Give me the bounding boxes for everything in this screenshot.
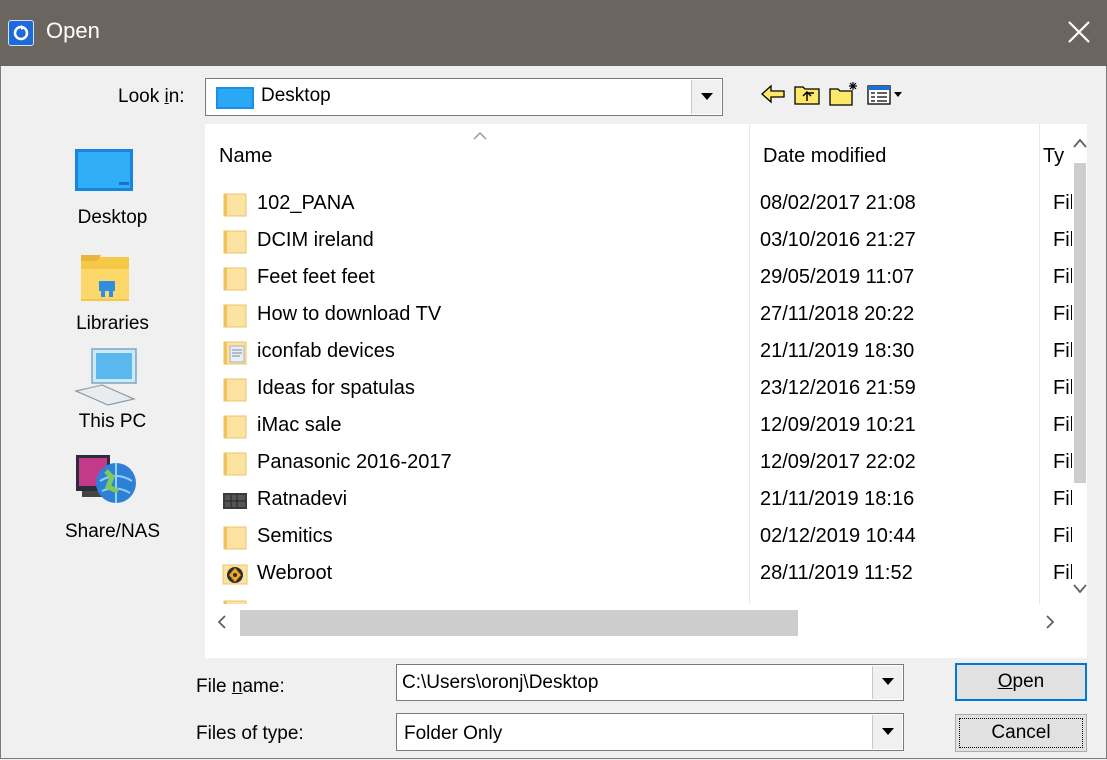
chevron-down-icon	[882, 728, 894, 735]
file-date-cell: 27/11/2018 20:22	[760, 303, 915, 325]
scroll-down-icon[interactable]	[1073, 584, 1087, 594]
cancel-button[interactable]: Cancel	[955, 714, 1087, 752]
folder-icon	[222, 375, 248, 403]
place-label: This PC	[78, 411, 147, 432]
this-pc-icon	[74, 348, 137, 406]
file-date-cell: 28/11/2019 11:52	[760, 562, 913, 584]
libraries-icon	[81, 255, 129, 301]
file-name-input[interactable]: C:\Users\oronj\Desktop	[402, 672, 598, 694]
file-name-cell: Semitics	[257, 525, 333, 547]
file-row[interactable]: Panasonic 2016-2017 12/09/2017 22:02 Fil	[205, 444, 1075, 481]
desktop-icon	[75, 149, 133, 191]
folder-icon	[222, 412, 248, 440]
chevron-down-icon	[701, 93, 713, 100]
file-name-cell: Ideas for spatulas	[257, 377, 415, 399]
file-name-combo[interactable]: C:\Users\oronj\Desktop	[396, 664, 904, 701]
file-date-cell: 21/11/2019 18:30	[760, 340, 915, 362]
chevron-down-icon	[882, 678, 894, 685]
file-list[interactable]: Name Date modified Ty 102_PANA 08/02/2017…	[205, 124, 1087, 658]
file-row[interactable]: Ideas for spatulas 23/12/2016 21:59 Fil	[205, 370, 1075, 407]
file-name-cell: Feet feet feet	[257, 266, 375, 288]
file-date-cell: 12/09/2019 10:21	[760, 414, 916, 436]
back-arrow-icon[interactable]	[760, 80, 786, 108]
network-icon	[76, 455, 136, 503]
file-type-dropdown-button[interactable]	[872, 715, 902, 749]
file-name-cell: DCIM ireland	[257, 229, 374, 251]
webroot-icon	[222, 560, 248, 588]
app-icon	[8, 20, 34, 46]
file-row[interactable]: Semitics 02/12/2019 10:44 Fil	[205, 518, 1075, 555]
file-name-label: File name:	[196, 676, 285, 697]
folder-icon	[222, 190, 248, 218]
look-in-dropdown-button[interactable]	[691, 80, 721, 114]
file-name-cell: Webroot	[257, 562, 333, 584]
column-header-name[interactable]: Name	[219, 145, 272, 168]
look-in-combo[interactable]: Desktop	[205, 78, 723, 116]
new-folder-icon[interactable]	[828, 80, 860, 108]
scroll-left-icon[interactable]	[217, 615, 227, 629]
open-button[interactable]: Open	[955, 663, 1087, 701]
file-row[interactable]: iconfab devices 21/11/2019 18:30 Fil	[205, 333, 1075, 370]
folder-icon	[222, 264, 248, 292]
horizontal-scroll-thumb[interactable]	[240, 610, 798, 636]
folder-docs-icon	[222, 338, 248, 366]
file-name-cell: Ratnadevi	[257, 488, 348, 510]
file-row[interactable]: Feet feet feet 29/05/2019 11:07 Fil	[205, 259, 1075, 296]
look-in-value: Desktop	[261, 85, 331, 106]
file-date-cell: 08/02/2017 21:08	[760, 192, 916, 214]
scroll-up-icon[interactable]	[1073, 138, 1087, 148]
file-name-cell: How to download TV	[257, 303, 442, 325]
image-folder-icon	[222, 486, 248, 514]
view-menu-icon[interactable]	[866, 80, 904, 108]
folder-icon	[222, 523, 248, 551]
file-date-cell: 12/09/2017 22:02	[760, 451, 916, 473]
sort-ascending-icon	[473, 132, 487, 140]
place-libraries[interactable]: Libraries	[50, 243, 175, 343]
folder-icon	[222, 449, 248, 477]
file-date-cell: 03/10/2016 21:27	[760, 229, 916, 251]
folder-icon	[222, 227, 248, 255]
vertical-scroll-thumb[interactable]	[1074, 163, 1086, 483]
file-type-combo[interactable]: Folder Only	[396, 713, 904, 751]
file-name-dropdown-button[interactable]	[872, 666, 902, 699]
place-this-pc[interactable]: This PC	[50, 347, 175, 447]
file-type-value: Folder Only	[404, 723, 503, 744]
file-row-partial[interactable]	[205, 592, 1075, 604]
file-name-cell: iconfab devices	[257, 340, 395, 362]
title-bar: Open	[0, 0, 1107, 66]
file-date-cell: 21/11/2019 18:16	[760, 488, 915, 510]
file-date-cell: 29/05/2019 11:07	[760, 266, 915, 288]
column-header-date[interactable]: Date modified	[763, 145, 886, 168]
folder-icon	[222, 301, 248, 329]
place-share-nas[interactable]: Share/NAS	[50, 451, 175, 551]
column-header-type[interactable]: Ty	[1043, 145, 1073, 168]
place-label: Libraries	[76, 313, 149, 334]
look-in-label: Look in:	[118, 86, 185, 107]
file-row[interactable]: DCIM ireland 03/10/2016 21:27 Fil	[205, 222, 1075, 259]
close-button[interactable]	[1063, 14, 1095, 50]
file-row[interactable]: 102_PANA 08/02/2017 21:08 Fil	[205, 185, 1075, 222]
file-row[interactable]: How to download TV 27/11/2018 20:22 Fil	[205, 296, 1075, 333]
scroll-right-icon[interactable]	[1045, 615, 1055, 629]
file-row[interactable]: Webroot 28/11/2019 11:52 Fil	[205, 555, 1075, 592]
focus-rectangle	[959, 718, 1083, 748]
file-row[interactable]: iMac sale 12/09/2019 10:21 Fil	[205, 407, 1075, 444]
close-icon	[1068, 21, 1090, 43]
file-name-cell: iMac sale	[257, 414, 342, 436]
file-row[interactable]: Ratnadevi 21/11/2019 18:16 Fil	[205, 481, 1075, 518]
file-date-cell: 02/12/2019 10:44	[760, 525, 916, 547]
desktop-icon	[216, 87, 254, 109]
file-name-cell: Panasonic 2016-2017	[257, 451, 452, 473]
file-type-label: Files of type:	[196, 723, 304, 744]
place-label: Desktop	[77, 207, 148, 228]
place-desktop[interactable]: Desktop	[50, 135, 175, 235]
window-title: Open	[46, 18, 100, 43]
folder-icon	[222, 597, 248, 604]
file-date-cell: 23/12/2016 21:59	[760, 377, 916, 399]
place-label: Share/NAS	[64, 521, 161, 542]
up-folder-icon[interactable]	[793, 80, 821, 108]
file-name-cell: 102_PANA	[257, 192, 355, 214]
